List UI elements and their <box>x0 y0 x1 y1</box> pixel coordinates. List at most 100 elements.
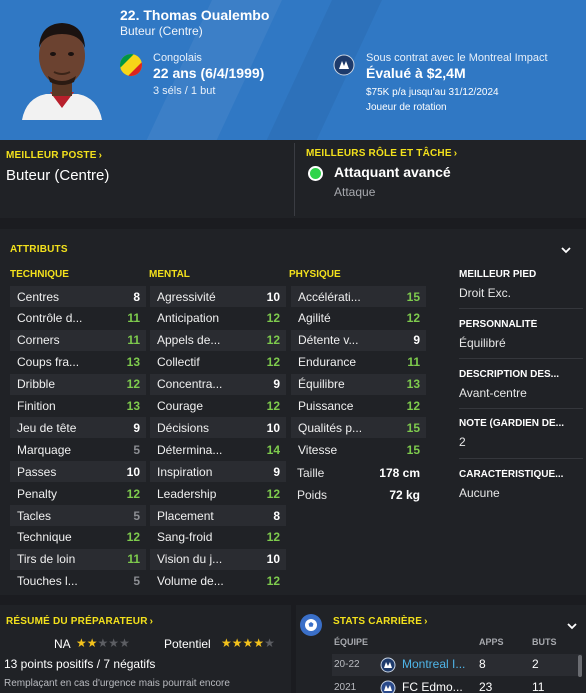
technical-attribute-row[interactable]: Marquage 5 <box>10 439 146 460</box>
attribute-value: 9 <box>273 464 280 479</box>
best-role-name: Attaquant avancé <box>334 164 451 180</box>
mental-attribute-row[interactable]: Décisions 10 <box>150 417 286 439</box>
physical-attribute-row[interactable]: Détente v... 9 <box>291 329 426 351</box>
technical-attribute-row[interactable]: Coups fra... 13 <box>10 352 146 373</box>
star-icon: ★ <box>76 636 87 650</box>
technical-attribute-row[interactable]: Tacles 5 <box>10 505 146 526</box>
attribute-label: Dribble <box>17 377 56 392</box>
attribute-value: 13 <box>126 399 140 413</box>
physical-attribute-row[interactable]: Accélérati... 15 <box>291 286 426 307</box>
physical-attribute-row[interactable]: Puissance 12 <box>291 396 426 417</box>
personality-block: PERSONNALITÉ Équilibré <box>459 319 583 350</box>
mental-attribute-row[interactable]: Détermina... 14 <box>150 439 286 460</box>
attribute-value: 13 <box>406 377 420 392</box>
physical-attribute-row[interactable]: Agilité 12 <box>291 308 426 329</box>
technical-attribute-row[interactable]: Centres 8 <box>10 286 146 307</box>
chevron-right-icon: › <box>149 616 154 627</box>
chevron-down-icon[interactable] <box>560 244 574 258</box>
attribute-label: Jeu de tête <box>17 420 77 435</box>
mental-attribute-row[interactable]: Courage 12 <box>150 396 286 417</box>
goalkeeper-rating-block: NOTE (GARDIEN DE... 2 <box>459 418 583 449</box>
technical-attribute-row[interactable]: Finition 13 <box>10 396 146 417</box>
attribute-value: 12 <box>266 355 280 370</box>
mental-attribute-row[interactable]: Anticipation 12 <box>150 308 286 329</box>
physical-attribute-row[interactable]: Vitesse 15 <box>291 439 426 460</box>
attribute-label: Touches l... <box>17 574 78 589</box>
mental-attribute-row[interactable]: Agressivité 10 <box>150 286 286 307</box>
technical-attribute-row[interactable]: Touches l... 5 <box>10 571 146 592</box>
col-apps-header[interactable]: APPS <box>479 637 504 647</box>
attribute-label: Inspiration <box>157 464 213 479</box>
attribute-label: Vision du j... <box>157 552 223 567</box>
contract-club[interactable]: Sous contrat avec le Montreal Impact <box>366 52 548 64</box>
col-team-header[interactable]: ÉQUIPE <box>334 637 368 647</box>
star-icon: ★ <box>264 636 275 650</box>
technical-attribute-row[interactable]: Passes 10 <box>10 461 146 483</box>
career-club[interactable]: Montreal I... <box>402 657 465 671</box>
player-portrait[interactable] <box>12 8 112 120</box>
age-value: 22 ans <box>153 65 197 81</box>
attribute-label: Détermina... <box>157 442 223 457</box>
career-club[interactable]: FC Edmo... <box>402 680 463 693</box>
physical-attribute-row[interactable]: Endurance 11 <box>291 352 426 373</box>
career-row[interactable]: 20-22 Montreal I... 8 2 <box>332 654 582 676</box>
attribute-value: 12 <box>126 377 140 392</box>
best-role-duty: Attaque <box>334 185 376 199</box>
technical-attribute-row[interactable]: Penalty 12 <box>10 483 146 504</box>
mental-attribute-row[interactable]: Leadership 12 <box>150 483 286 504</box>
traits-block: CARACTÉRISTIQUE... Aucune <box>459 469 583 500</box>
best-position-title[interactable]: MEILLEUR POSTE › <box>6 150 102 161</box>
attribute-value: 12 <box>266 399 280 413</box>
role-indicator-icon <box>308 166 323 181</box>
goalkeeper-rating-title: NOTE (GARDIEN DE... <box>459 418 565 429</box>
col-goals-header[interactable]: BUTS <box>532 637 557 647</box>
club-badge-icon[interactable] <box>333 54 355 76</box>
chevron-down-icon[interactable] <box>566 620 578 635</box>
mental-attribute-row[interactable]: Volume de... 12 <box>150 571 286 592</box>
attribute-value: 8 <box>133 289 140 304</box>
attribute-label: Agilité <box>298 311 331 326</box>
international-caps: 3 séls / 1 but <box>153 85 216 97</box>
mental-header: MENTAL <box>149 269 190 280</box>
technical-attribute-row[interactable]: Dribble 12 <box>10 373 146 395</box>
technical-attribute-row[interactable]: Jeu de tête 9 <box>10 417 146 439</box>
player-header: 22. Thomas Oualembo Buteur (Centre) Cong… <box>0 0 586 140</box>
career-row[interactable]: 2021 FC Edmo... 23 11 <box>332 677 582 693</box>
technical-attribute-row[interactable]: Contrôle d... 11 <box>10 308 146 329</box>
attribute-value: 9 <box>413 333 420 348</box>
mental-attribute-row[interactable]: Appels de... 12 <box>150 329 286 351</box>
mental-attribute-row[interactable]: Placement 8 <box>150 505 286 526</box>
attribute-label: Penalty <box>17 486 58 501</box>
star-icon: ★ <box>253 636 265 650</box>
attribute-value: 11 <box>127 311 140 326</box>
technical-attribute-row[interactable]: Technique 12 <box>10 527 146 548</box>
coach-report-title-text: RÉSUMÉ DU PRÉPARATEUR <box>6 616 148 627</box>
nationality[interactable]: Congolais <box>153 52 202 64</box>
physical-attribute-row[interactable]: Équilibre 13 <box>291 373 426 395</box>
attribute-value: 12 <box>266 574 280 589</box>
mental-attribute-row[interactable]: Concentra... 9 <box>150 373 286 395</box>
best-position-value: Buteur (Centre) <box>6 167 110 184</box>
mental-attribute-row[interactable]: Inspiration 9 <box>150 461 286 483</box>
attribute-label: Passes <box>17 464 57 479</box>
technical-attribute-row[interactable]: Tirs de loin 11 <box>10 548 146 570</box>
attribute-label: Tacles <box>17 508 52 523</box>
attribute-value: 12 <box>266 333 280 348</box>
mental-attribute-row[interactable]: Sang-froid 12 <box>150 527 286 548</box>
scrollbar[interactable] <box>578 655 582 677</box>
physical-attribute-row[interactable]: Qualités p... 15 <box>291 417 426 439</box>
career-apps: 8 <box>479 657 486 671</box>
height-label: Taille <box>297 466 325 480</box>
best-role-title[interactable]: MEILLEURS RÔLE ET TÂCHE › <box>306 148 457 159</box>
coach-report-title[interactable]: RÉSUMÉ DU PRÉPARATEUR › <box>6 616 153 627</box>
preferred-foot-value: Droit Exc. <box>459 286 512 300</box>
star-icon: ★ <box>86 636 98 650</box>
attribute-value: 12 <box>126 530 140 545</box>
mental-attribute-row[interactable]: Vision du j... 10 <box>150 548 286 570</box>
club-badge-icon <box>380 680 396 693</box>
mental-attribute-row[interactable]: Collectif 12 <box>150 352 286 373</box>
career-stats-title[interactable]: STATS CARRIÈRE › <box>333 616 428 627</box>
height-value: 178 cm <box>379 466 420 480</box>
technical-attribute-row[interactable]: Corners 11 <box>10 329 146 351</box>
potential-ability-stars: ★★★★★ <box>221 636 275 650</box>
